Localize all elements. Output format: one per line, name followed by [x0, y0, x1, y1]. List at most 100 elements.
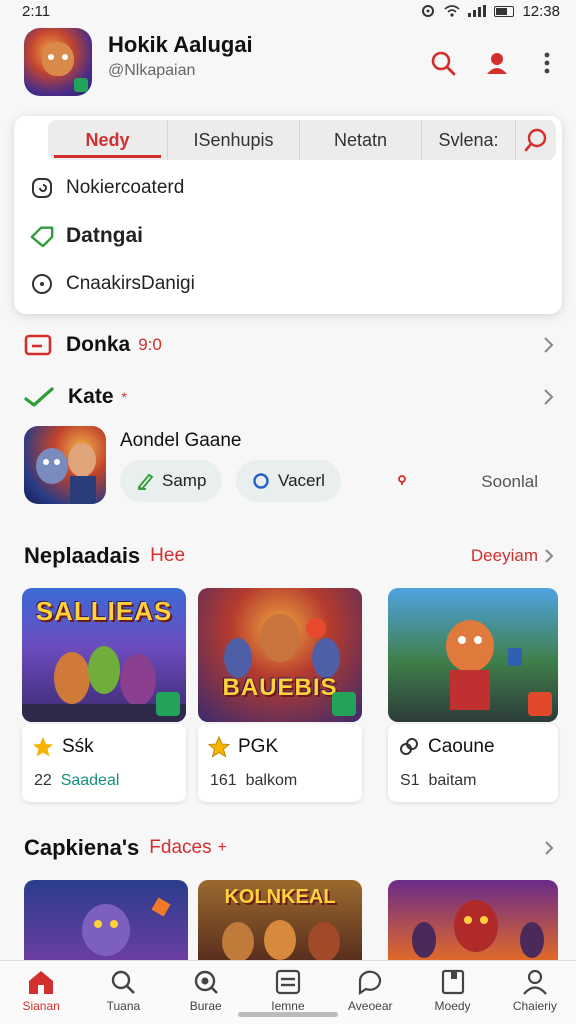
search-icon [431, 51, 456, 76]
nav-label: Aveoear [348, 999, 393, 1013]
card-count: 161 [210, 772, 237, 789]
zoom-icon [194, 970, 218, 994]
card-name-label: Caoune [428, 736, 495, 757]
nav-label: Tuana [106, 999, 141, 1013]
more-menu-button[interactable] [532, 48, 562, 78]
game-title: Aondel Gaane [120, 430, 242, 451]
pencil-icon [137, 473, 154, 490]
tag-icon [30, 224, 54, 248]
pill-label: Samp [162, 471, 207, 490]
nav-label: Chaieriy [512, 999, 557, 1013]
user-icon [522, 969, 547, 995]
section-header-capkienas: Capkiena's Fdaces + [24, 834, 554, 862]
status-icons: 12:38 [420, 3, 560, 20]
wifi-icon [444, 5, 460, 17]
pill-label: Vacerl [278, 471, 325, 490]
tab-label: Svlena: [438, 129, 499, 150]
tab-search-button[interactable] [516, 120, 556, 160]
nav-item-library[interactable]: Moedy [411, 961, 493, 1024]
card-info: Sśk 22 Saadeal [22, 724, 186, 802]
nav-item-explore[interactable]: Burae [165, 961, 247, 1024]
dropdown-item-cnaakirsdanigi[interactable]: CnaakirsDanigi [30, 272, 195, 296]
check-tag-icon [24, 387, 54, 407]
game-card-art[interactable] [388, 880, 558, 960]
tab-svlena[interactable]: Svlena: [422, 120, 516, 160]
card-count: 22 [34, 772, 52, 789]
nfc-icon [422, 5, 435, 17]
pin-icon [398, 475, 406, 485]
section-mark: + [217, 839, 227, 856]
tab-isenhupis[interactable]: ISenhupis [168, 120, 300, 160]
pill-vacerl[interactable]: Vacerl [236, 460, 341, 502]
home-icon [29, 971, 54, 994]
game-card[interactable]: SALLIEAS Sśk 22 Saadeal [22, 588, 186, 802]
row-sub: * [121, 389, 127, 405]
see-more-label: Deeyiam [470, 546, 538, 565]
nav-item-messages[interactable]: Aveoear [329, 961, 411, 1024]
section-title: Capkiena's [24, 835, 140, 860]
signal-icon [468, 5, 487, 17]
row-label: Donka [66, 333, 131, 356]
game-card[interactable]: Caoune S1 baitam [388, 588, 558, 802]
card-name-label: Sśk [62, 736, 94, 757]
search-button[interactable] [428, 48, 458, 78]
nav-label: Sianan [22, 999, 60, 1013]
card-meta-label: baitam [428, 772, 477, 789]
card-count: S1 [400, 772, 420, 789]
dropdown-panel: Nedy ISenhupis Netatn Svlena: Nokiercoat… [14, 116, 562, 314]
dropdown-item-label: CnaakirsDanigi [66, 273, 195, 294]
status-time: 2:11 [22, 2, 51, 20]
card-art-title: SALLIEAS [35, 596, 173, 626]
card-meta: 22 Saadeal [34, 772, 119, 790]
soon-link[interactable]: Soonlal [481, 472, 538, 492]
section-header-neplaadais: Neplaadais Hee Deeyiam [24, 542, 554, 570]
settings-circle-icon [30, 176, 54, 200]
card-icon [24, 334, 52, 356]
card-name: Sśk [32, 736, 94, 758]
section-tag: Fdaces [149, 837, 212, 858]
chevron-right-icon [544, 389, 554, 405]
see-more-link[interactable] [544, 840, 554, 856]
tab-label: Netatn [333, 129, 388, 150]
search-icon [524, 128, 547, 152]
battery-icon [494, 5, 515, 17]
profile-button[interactable] [482, 48, 512, 78]
section-tag: Hee [150, 545, 186, 566]
game-card-art[interactable]: KOLNKEAL [198, 880, 362, 960]
tab-label: Nedy [85, 129, 130, 150]
nav-item-search[interactable]: Tuana [82, 961, 164, 1024]
card-name-label: PGK [238, 736, 279, 757]
row-donka[interactable]: Donka 9:0 [24, 330, 554, 360]
tab-nedy[interactable]: Nedy [48, 120, 168, 160]
app-icon[interactable] [24, 28, 92, 96]
card-info: Caoune S1 baitam [388, 724, 558, 802]
game-card[interactable]: BAUEBIS PGK 161 balkom [198, 588, 362, 802]
app-badge-icon [528, 692, 552, 716]
nav-item-home[interactable]: Sianan [0, 961, 82, 1024]
section-title: Neplaadais [24, 543, 141, 568]
app-title: Hokik Aalugai [108, 32, 253, 57]
status-bar: 2:11 12:38 [0, 0, 576, 22]
card-info: PGK 161 balkom [198, 724, 362, 802]
nav-label: Burae [189, 999, 222, 1013]
home-indicator[interactable] [238, 1012, 338, 1017]
user-icon [487, 53, 507, 74]
game-thumbnail[interactable] [24, 426, 106, 504]
nav-label: Moedy [434, 999, 471, 1013]
nav-item-profile[interactable]: Chaieriy [494, 961, 576, 1024]
card-meta-label: balkom [245, 772, 298, 789]
pill-samp[interactable]: Samp [120, 460, 223, 502]
game-card-art[interactable] [24, 880, 188, 960]
book-icon [441, 969, 464, 995]
card-art-title: KOLNKEAL [224, 886, 336, 908]
dropdown-item-nokiercoaterd[interactable]: Nokiercoaterd [30, 176, 184, 200]
dropdown-item-datngai[interactable]: Datngai [30, 224, 143, 248]
row-kate[interactable]: Kate * [24, 382, 554, 412]
chat-icon [359, 970, 382, 995]
see-more-link[interactable]: Deeyiam [471, 546, 554, 566]
row-label: Kate [68, 385, 114, 408]
circle-icon [253, 473, 269, 489]
list-icon [275, 969, 301, 995]
game-row: Aondel Gaane Samp Vacerl Soonlal [24, 424, 554, 504]
tab-netatn[interactable]: Netatn [300, 120, 422, 160]
